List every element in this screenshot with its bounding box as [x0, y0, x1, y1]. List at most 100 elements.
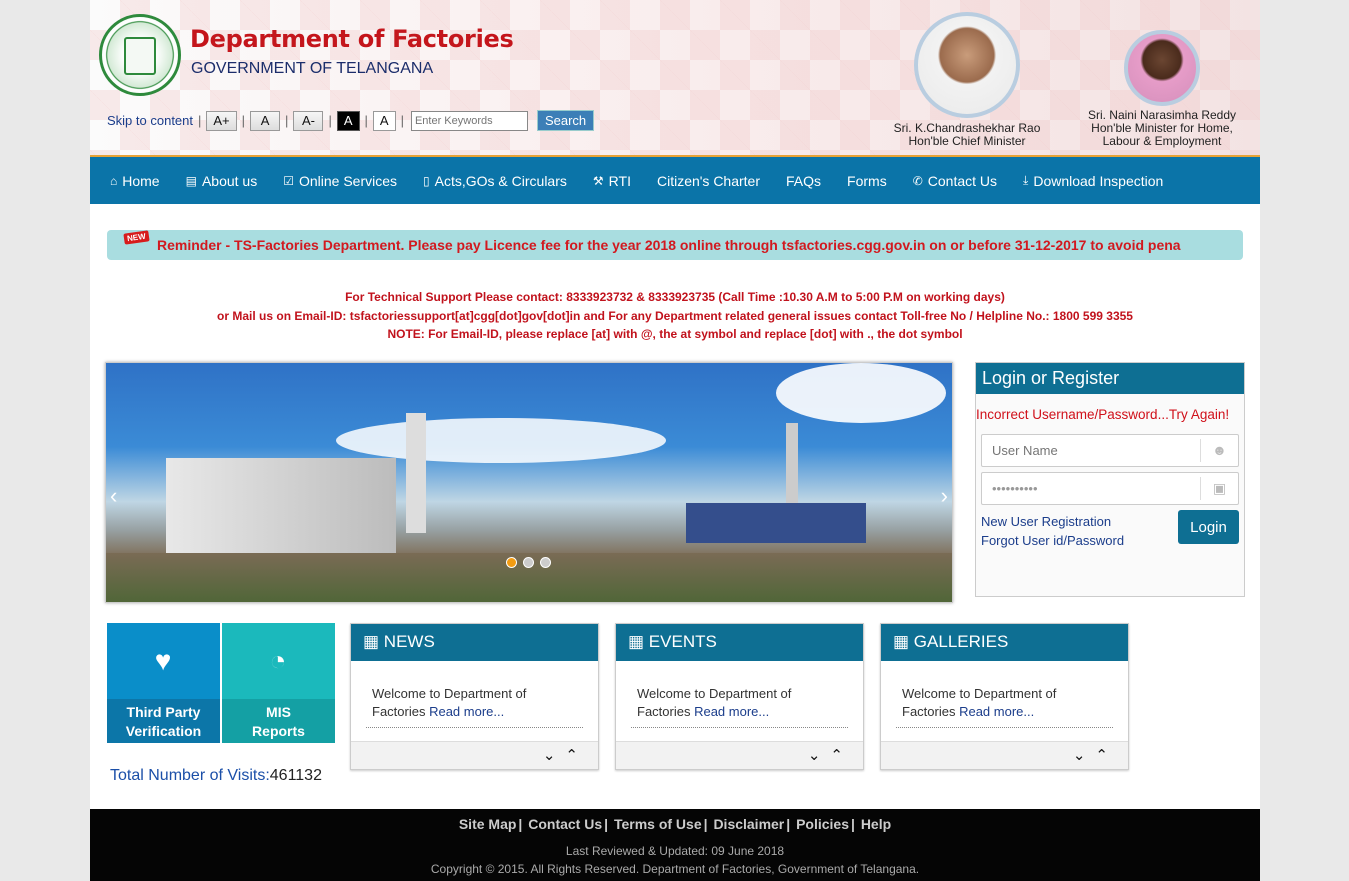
minister-role: Hon'ble Chief Minister	[908, 134, 1026, 148]
skip-to-content-link[interactable]: Skip to content	[107, 113, 193, 128]
site-title: Department of Factories	[190, 25, 514, 53]
site-header: Department of Factories GOVERNMENT OF TE…	[90, 0, 1260, 157]
login-heading: Login or Register	[976, 363, 1244, 394]
footer-link-site-map[interactable]: Site Map	[459, 816, 517, 832]
slider-dot[interactable]	[523, 557, 534, 568]
pie-chart-icon: ◔	[269, 645, 287, 676]
nav-about-us[interactable]: ▤ About us	[186, 173, 258, 189]
telangana-emblem-logo	[99, 14, 181, 96]
minister-photo	[914, 12, 1020, 118]
high-contrast-button[interactable]: A	[336, 110, 360, 131]
panel-footer: ⌄ ⌃	[881, 741, 1128, 769]
lock-icon: ▣	[1200, 477, 1238, 500]
new-badge-icon: NEW	[123, 230, 150, 245]
minister-photo	[1124, 30, 1200, 106]
panel-header: ▦ NEWS	[351, 624, 598, 661]
slider-dot[interactable]	[540, 557, 551, 568]
news-ticker: NEW Reminder - TS-Factories Department. …	[107, 230, 1243, 260]
slider-image	[336, 418, 666, 463]
support-line-3: NOTE: For Email-ID, please replace [at] …	[387, 327, 963, 341]
tile-label: MIS	[266, 704, 291, 720]
events-panel: ▦ EVENTS Welcome to Department of Factor…	[615, 623, 864, 770]
site-footer: Site Map | Contact Us | Terms of Use | Disc…	[90, 809, 1260, 881]
read-more-link[interactable]: Read more...	[694, 704, 769, 719]
scroll-up-icon[interactable]: ⌃	[1095, 747, 1108, 764]
download-icon: ⤓	[1023, 173, 1029, 187]
copyright-text: Copyright © 2015. All Rights Reserved. D…	[430, 862, 920, 876]
scroll-down-icon[interactable]: ⌄	[543, 747, 556, 764]
news-panel: ▦ NEWS Welcome to Department of Factorie…	[350, 623, 599, 770]
galleries-panel: ▦ GALLERIES Welcome to Department of Fac…	[880, 623, 1129, 770]
panel-header: ▦ GALLERIES	[881, 624, 1128, 661]
slider-dot[interactable]	[506, 557, 517, 568]
scroll-up-icon[interactable]: ⌃	[830, 747, 843, 764]
password-field-wrapper: ▣	[981, 472, 1239, 505]
last-updated-text: Last Reviewed & Updated: 09 June 2018	[565, 844, 785, 858]
mis-reports-tile[interactable]: ◔ MIS Reports	[222, 623, 335, 743]
login-links: New User Registration Forgot User id/Pas…	[981, 512, 1124, 550]
nav-faqs[interactable]: FAQs	[786, 173, 821, 189]
support-line-2: or Mail us on Email-ID: tsfactoriessuppo…	[217, 308, 1133, 323]
site-subtitle: GOVERNMENT OF TELANGANA	[191, 60, 434, 77]
minister-card-home: Sri. Naini Narasimha Reddy Hon'ble Minis…	[1080, 30, 1244, 148]
home-icon: ⌂	[110, 173, 118, 188]
nav-home[interactable]: ⌂ Home	[110, 173, 160, 189]
username-input[interactable]	[982, 435, 1197, 466]
user-icon: ☻	[1200, 439, 1238, 462]
font-increase-button[interactable]: A+	[206, 110, 237, 131]
login-panel: Login or Register Incorrect Username/Pas…	[975, 362, 1245, 597]
ticker-text[interactable]: Reminder - TS-Factories Department. Plea…	[157, 237, 1181, 253]
footer-links: Site Map | Contact Us | Terms of Use | Disc…	[458, 816, 892, 832]
support-notice: For Technical Support Please contact: 83…	[90, 288, 1260, 344]
normal-contrast-button[interactable]: A	[372, 110, 396, 131]
page: Department of Factories GOVERNMENT OF TE…	[90, 0, 1260, 881]
phone-icon: ✆	[912, 173, 923, 188]
footer-link-terms[interactable]: Terms of Use	[614, 816, 702, 832]
slider-prev-arrow-icon[interactable]: ‹	[110, 483, 117, 509]
nav-download-inspection[interactable]: ⤓ Download Inspection	[1023, 173, 1163, 189]
checkbox-icon: ☑	[283, 173, 294, 188]
minister-role-line2: Labour & Employment	[1102, 134, 1222, 148]
login-button[interactable]: Login	[1178, 510, 1239, 544]
footer-link-help[interactable]: Help	[861, 816, 891, 832]
visit-counter-value: 461132	[269, 767, 322, 784]
font-decrease-button[interactable]: A-	[293, 110, 324, 131]
panel-item: Welcome to Department of Factories Read …	[631, 685, 848, 728]
nav-forms[interactable]: Forms	[847, 173, 887, 189]
scroll-down-icon[interactable]: ⌄	[1073, 747, 1086, 764]
panel-footer: ⌄ ⌃	[616, 741, 863, 769]
visit-counter: Total Number of Visits:461132	[110, 767, 322, 785]
slider-next-arrow-icon[interactable]: ›	[941, 483, 948, 509]
book-icon: ▤	[185, 173, 197, 188]
accessibility-toolbar: Skip to content | A+ | A | A- | A | A | …	[107, 110, 595, 131]
calendar-icon: ▦	[628, 632, 649, 651]
read-more-link[interactable]: Read more...	[959, 704, 1034, 719]
font-normal-button[interactable]: A	[250, 110, 281, 131]
footer-link-policies[interactable]: Policies	[796, 816, 849, 832]
nav-acts-gos-circulars[interactable]: ▯ Acts,GOs & Circulars	[423, 173, 567, 189]
main-nav: ⌂ Home ▤ About us ☑ Online Services ▯ Acts,G…	[90, 157, 1260, 204]
gavel-icon: ⚒	[592, 173, 604, 188]
nav-rti[interactable]: ⚒ RTI	[593, 173, 631, 189]
panel-header: ▦ EVENTS	[616, 624, 863, 661]
third-party-verification-tile[interactable]: ♥ Third Party Verification	[107, 623, 220, 743]
scroll-down-icon[interactable]: ⌄	[808, 747, 821, 764]
support-line-1: For Technical Support Please contact: 83…	[345, 290, 1005, 304]
new-user-registration-link[interactable]: New User Registration	[981, 512, 1124, 531]
search-button[interactable]: Search	[536, 110, 595, 131]
scroll-up-icon[interactable]: ⌃	[565, 747, 578, 764]
nav-contact-us[interactable]: ✆ Contact Us	[913, 173, 997, 189]
read-more-link[interactable]: Read more...	[429, 704, 504, 719]
spy-agent-icon: ♥	[154, 645, 172, 676]
footer-link-contact-us[interactable]: Contact Us	[528, 816, 602, 832]
password-input[interactable]	[982, 473, 1197, 504]
footer-link-disclaimer[interactable]: Disclaimer	[713, 816, 784, 832]
visit-counter-label: Total Number of Visits:	[110, 767, 270, 784]
nav-online-services[interactable]: ☑ Online Services	[283, 173, 397, 189]
tile-label: Reports	[252, 723, 305, 739]
search-input[interactable]	[410, 110, 528, 131]
nav-citizens-charter[interactable]: Citizen's Charter	[657, 173, 760, 189]
tile-label: Third Party	[126, 704, 201, 720]
minister-card-cm: Sri. K.Chandrashekhar Rao Hon'ble Chief …	[880, 12, 1054, 148]
forgot-password-link[interactable]: Forgot User id/Password	[981, 531, 1124, 550]
